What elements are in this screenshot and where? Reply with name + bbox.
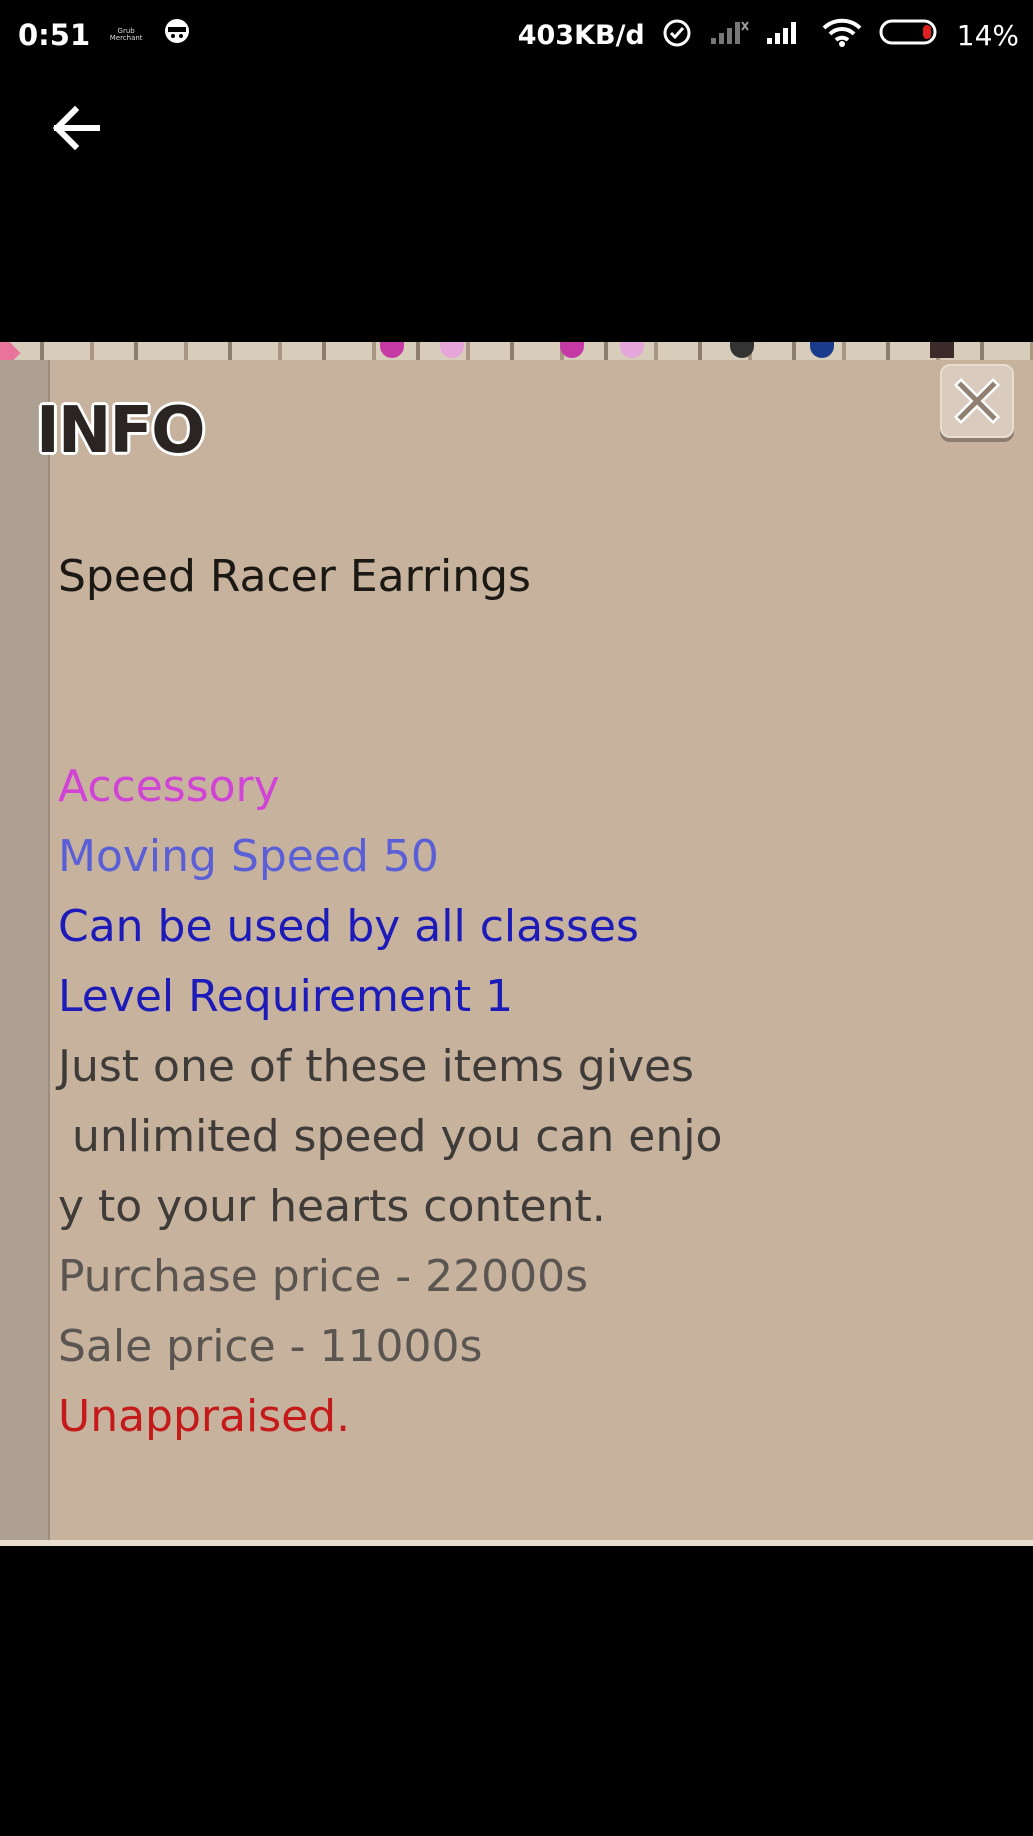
item-name: Speed Racer Earrings (58, 551, 531, 602)
game-decor (730, 342, 754, 358)
item-description-line: Just one of these items gives (58, 1041, 694, 1092)
status-time: 0:51 (18, 18, 91, 52)
status-left: 0:51 Grub Merchant (18, 17, 192, 54)
status-right: 403KB/d 14% (518, 16, 1019, 55)
item-details: Speed Racer Earrings Accessory Moving Sp… (58, 542, 988, 1452)
game-top-strip (0, 342, 1033, 360)
item-appraisal-status: Unappraised. (58, 1391, 351, 1442)
character-notification-icon (162, 17, 192, 54)
info-title: INFO (36, 394, 205, 468)
item-purchase-price: Purchase price - 22000s (58, 1251, 589, 1302)
game-decor (560, 342, 584, 358)
panel-left-edge (0, 360, 50, 1540)
close-x-icon (953, 377, 1001, 425)
wifi-icon (821, 16, 863, 55)
item-type: Accessory (58, 761, 280, 812)
game-decor (440, 342, 464, 358)
item-classes: Can be used by all classes (58, 901, 639, 952)
back-button[interactable] (46, 98, 106, 158)
app-notification-logo: Grub Merchant (109, 27, 143, 42)
game-decor (380, 342, 404, 358)
item-stat: Moving Speed 50 (58, 831, 439, 882)
close-button[interactable] (940, 364, 1014, 438)
battery-percent: 14% (956, 18, 1019, 52)
game-decor (810, 342, 834, 358)
game-decor (930, 342, 954, 358)
item-sale-price: Sale price - 11000s (58, 1321, 483, 1372)
item-level-requirement: Level Requirement 1 (58, 971, 514, 1022)
network-speed: 403KB/d (517, 19, 645, 51)
game-bottom-strip (0, 1540, 1033, 1546)
arrow-left-icon (52, 106, 100, 150)
status-bar: 0:51 Grub Merchant 403KB/d 14% (0, 0, 1033, 70)
signal-icon (765, 18, 805, 53)
game-info-panel: INFO Speed Racer Earrings Accessory Movi… (0, 342, 1033, 1546)
game-decor (620, 342, 644, 358)
signal-sim2-icon (709, 18, 749, 53)
alarm-icon (661, 16, 693, 55)
battery-icon (879, 18, 941, 53)
item-description-line: unlimited speed you can enjo (58, 1111, 723, 1162)
item-description-line: y to your hearts content. (58, 1181, 606, 1232)
